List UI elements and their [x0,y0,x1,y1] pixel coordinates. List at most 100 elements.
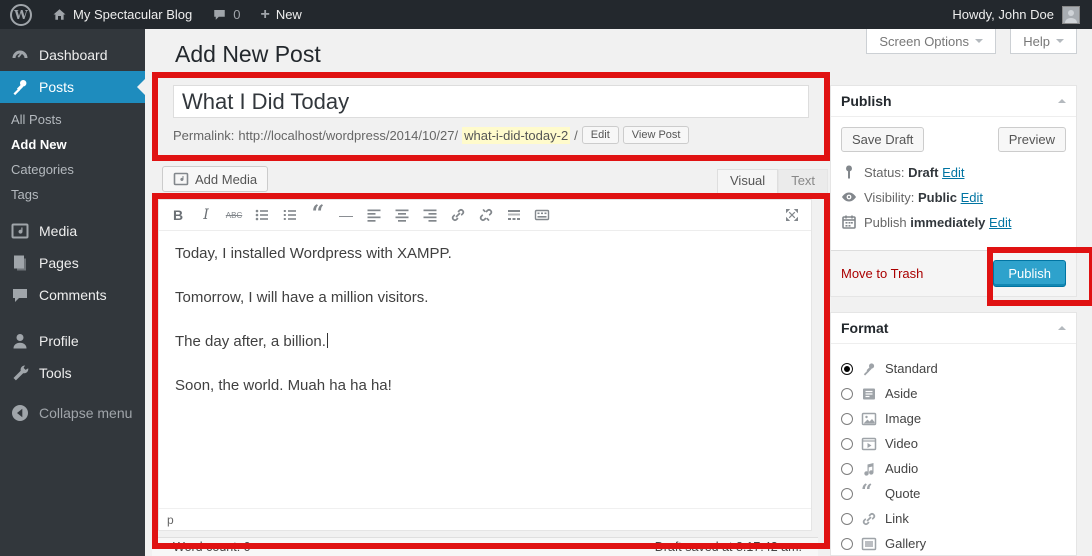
align-right-button[interactable] [417,203,443,227]
bold-button[interactable]: B [165,203,191,227]
align-left-button[interactable] [361,203,387,227]
audio-icon [861,461,877,477]
tab-visual[interactable]: Visual [717,169,778,196]
collapse-toggle-icon[interactable] [1058,95,1066,103]
wordpress-admin-screen: W My Spectacular Blog 0 + New Howdy, Joh… [0,0,1092,556]
new-label: New [276,7,302,22]
format-option-image[interactable]: Image [841,406,1066,431]
remove-link-button[interactable] [473,203,499,227]
sidebar-item-label: Media [39,223,77,239]
radio-button[interactable] [841,438,853,450]
help-tab[interactable]: Help [1010,29,1077,54]
tab-text[interactable]: Text [778,169,828,196]
radio-button[interactable] [841,363,853,375]
sidebar-item-label: Profile [39,333,79,349]
screen-options-tab[interactable]: Screen Options [866,29,996,54]
sidebar-item-pages[interactable]: Pages [0,247,145,279]
calendar-icon [841,214,857,230]
add-media-button[interactable]: Add Media [162,166,268,192]
insert-more-tag-button[interactable] [501,203,527,227]
publish-button[interactable]: Publish [993,260,1066,287]
link-icon [450,207,466,223]
align-center-button[interactable] [389,203,415,227]
edit-status-link[interactable]: Edit [942,165,964,180]
sidebar-item-media[interactable]: Media [0,215,145,247]
preview-button[interactable]: Preview [998,127,1066,152]
radio-button[interactable] [841,388,853,400]
submenu-item-all-posts[interactable]: All Posts [0,107,145,132]
radio-button[interactable] [841,463,853,475]
insert-link-button[interactable] [445,203,471,227]
format-option-audio[interactable]: Audio [841,456,1066,481]
sidebar-item-dashboard[interactable]: Dashboard [0,39,145,71]
publish-box-header[interactable]: Publish [831,86,1076,117]
sidebar-item-profile[interactable]: Profile [0,325,145,357]
sidebar-item-comments[interactable]: Comments [0,279,145,311]
schedule-row: Publish immediately Edit [841,214,1066,230]
user-avatar[interactable] [1062,6,1080,24]
comments-icon [10,285,30,305]
format-option-gallery[interactable]: Gallery [841,531,1066,556]
format-option-quote[interactable]: “ Quote [841,481,1066,506]
submenu-item-tags[interactable]: Tags [0,182,145,207]
media-icon [10,221,30,241]
permalink-slug[interactable]: what-i-did-today-2 [462,127,570,144]
italic-button[interactable]: I [193,203,219,227]
editor-toolbar: B I ABC “ — [159,200,811,231]
format-option-link[interactable]: Link [841,506,1066,531]
numbered-list-button[interactable] [277,203,303,227]
radio-button[interactable] [841,488,853,500]
collapse-toggle-icon[interactable] [1058,322,1066,330]
distraction-free-button[interactable] [779,203,805,227]
view-post-button[interactable]: View Post [623,126,690,144]
more-tag-icon [506,207,522,223]
text-cursor [327,333,328,348]
format-option-aside[interactable]: Aside [841,381,1066,406]
editor-paragraph: Today, I installed Wordpress with XAMPP. [175,245,795,262]
site-name-link[interactable]: My Spectacular Blog [42,0,202,29]
submenu-item-add-new[interactable]: Add New [0,132,145,157]
admin-sidebar: Dashboard Posts All Posts Add New Catego… [0,29,145,556]
howdy-account-link[interactable]: Howdy, John Doe [952,7,1054,22]
posts-submenu: All Posts Add New Categories Tags [0,103,145,215]
toolbar-toggle-button[interactable] [529,203,555,227]
wordpress-menu[interactable]: W [0,0,42,29]
bulleted-list-button[interactable] [249,203,275,227]
strikethrough-icon: ABC [226,211,242,220]
edit-visibility-link[interactable]: Edit [961,190,983,205]
editor-content[interactable]: Today, I installed Wordpress with XAMPP.… [159,231,811,508]
horizontal-rule-button[interactable]: — [333,203,359,227]
sidebar-item-posts[interactable]: Posts [0,71,145,103]
comments-count-link[interactable]: 0 [202,0,250,29]
image-icon [861,411,877,427]
permalink-base-url: http://localhost/wordpress/2014/10/27/ [238,128,458,143]
schedule-label: Publish [864,215,907,230]
visibility-value: Public [918,190,957,205]
submenu-item-categories[interactable]: Categories [0,157,145,182]
strikethrough-button[interactable]: ABC [221,203,247,227]
radio-button[interactable] [841,413,853,425]
sidebar-item-tools[interactable]: Tools [0,357,145,389]
blockquote-button[interactable]: “ [305,203,331,227]
status-row: Status: Draft Edit [841,164,1066,180]
edit-schedule-link[interactable]: Edit [989,215,1011,230]
comments-count: 0 [233,7,240,22]
sidebar-item-label: Tools [39,365,72,381]
format-option-label: Aside [885,386,918,401]
edit-permalink-button[interactable]: Edit [582,126,619,144]
sidebar-item-collapse-menu[interactable]: Collapse menu [0,397,145,429]
visual-editor: B I ABC “ — [158,199,812,531]
radio-button[interactable] [841,538,853,550]
post-title-input[interactable] [173,85,809,118]
move-to-trash-link[interactable]: Move to Trash [841,266,923,281]
format-option-video[interactable]: Video [841,431,1066,456]
format-box-header[interactable]: Format [831,313,1076,344]
radio-button[interactable] [841,513,853,525]
new-content-link[interactable]: + New [250,0,311,29]
post-status-info-bar: Word count: 0 Draft saved at 8:17:42 am. [152,537,818,556]
format-option-standard[interactable]: Standard [841,356,1066,381]
format-box-title: Format [841,320,888,336]
bold-icon: B [173,207,183,223]
home-icon [52,7,67,22]
save-draft-button[interactable]: Save Draft [841,127,924,152]
